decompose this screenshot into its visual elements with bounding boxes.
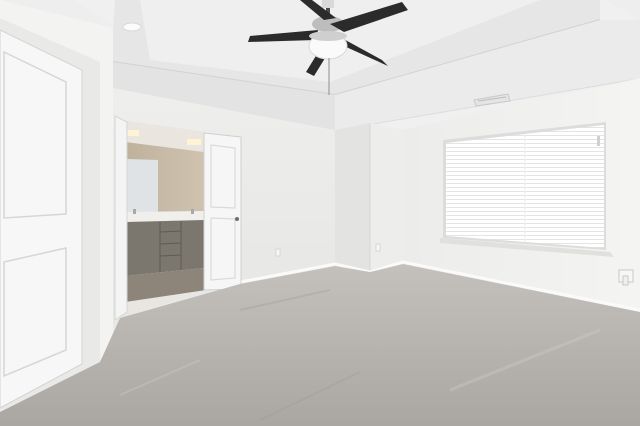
- wall-column: [335, 123, 403, 272]
- blind-control-icon: [597, 136, 600, 146]
- bathroom-vanity: [125, 220, 204, 276]
- bathroom-view: [121, 120, 206, 318]
- bedroom-photo: [0, 0, 640, 426]
- window-with-blinds: [440, 122, 614, 257]
- bathroom-door-left[interactable]: [114, 115, 128, 321]
- faucet-icon: [133, 209, 136, 214]
- door-knob-icon[interactable]: [235, 217, 239, 221]
- wall-outlet-icon: [375, 243, 381, 252]
- bathroom-mirror: [126, 159, 158, 212]
- faucet-icon: [191, 209, 194, 214]
- vanity-light-icon: [187, 139, 201, 145]
- recessed-light-icon: [122, 22, 142, 32]
- bathroom-door[interactable]: [203, 132, 242, 291]
- wall-outlet-icon: [275, 248, 281, 257]
- closet-door[interactable]: [0, 18, 100, 412]
